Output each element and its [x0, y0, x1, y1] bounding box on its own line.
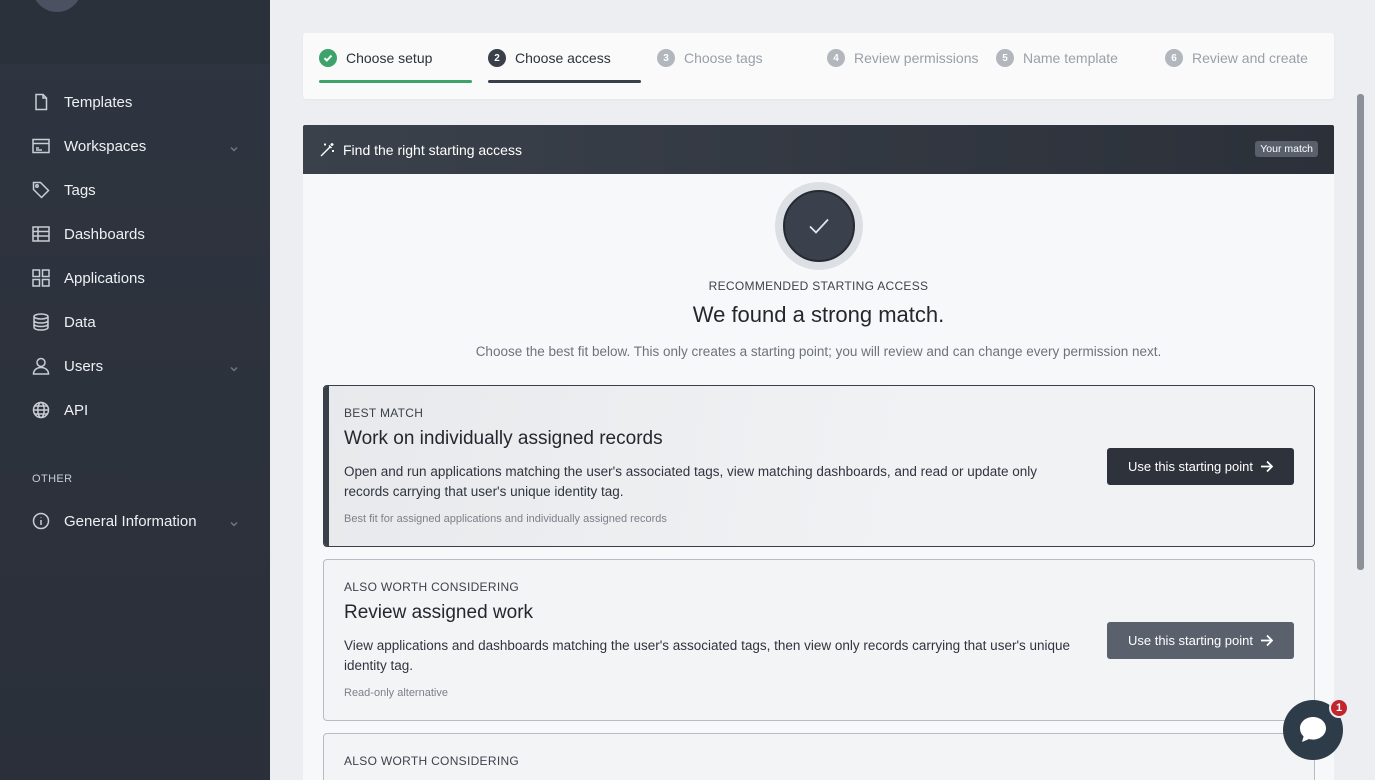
card-footnote: Best fit for assigned applications and i… [344, 513, 667, 525]
success-check-icon [775, 182, 863, 270]
sidebar-item-label: Tags [64, 181, 96, 199]
step-label: Choose setup [346, 50, 433, 66]
step-review-permissions[interactable]: 4 Review permissions [827, 33, 978, 83]
sidebar-item-label: Applications [64, 269, 145, 287]
file-icon [32, 93, 50, 111]
check-icon [319, 49, 337, 67]
sidebar-item-label: Workspaces [64, 137, 147, 155]
option-card-best-match[interactable]: BEST MATCH Work on individually assigned… [323, 385, 1315, 547]
chevron-down-icon [230, 360, 238, 372]
step-review-and-create[interactable]: 6 Review and create [1165, 33, 1308, 83]
sidebar-item-applications[interactable]: Applications [0, 256, 270, 300]
chevron-down-icon [230, 140, 238, 152]
wizard-stepper: Choose setup 2 Choose access 3 Choose ta… [303, 33, 1334, 99]
recommendation-title: We found a strong match. [692, 302, 945, 327]
scrollbar-thumb[interactable] [1357, 94, 1364, 570]
step-number: 2 [488, 49, 506, 67]
button-label: Use this starting point [1127, 633, 1253, 648]
button-label: Use this starting point [1127, 459, 1253, 474]
sidebar-item-label: General Information [64, 512, 197, 530]
sidebar-item-label: Templates [64, 93, 133, 111]
check-icon-inner [783, 190, 855, 262]
recommendation-panel: RECOMMENDED STARTING ACCESS We found a s… [303, 174, 1334, 780]
sidebar-item-tags[interactable]: Tags [0, 168, 270, 212]
card-title: Review assigned work [344, 602, 534, 623]
arrow-right-icon [1261, 460, 1273, 473]
sidebar-item-general-information[interactable]: General Information [0, 499, 270, 543]
sidebar-item-users[interactable]: Users [0, 344, 270, 388]
step-label: Choose access [515, 50, 611, 66]
card-description: View applications and dashboards matchin… [344, 638, 1071, 673]
option-card-review-assigned-work[interactable]: ALSO WORTH CONSIDERING Review assigned w… [323, 559, 1315, 721]
user-icon [32, 357, 50, 375]
card-kicker: BEST MATCH [344, 406, 424, 420]
recommendation-subtitle: Choose the best fit below. This only cre… [475, 344, 1162, 359]
recommendation-label: RECOMMENDED STARTING ACCESS [708, 279, 929, 293]
avatar[interactable] [32, 0, 82, 12]
magic-wand-icon [319, 142, 335, 158]
card-kicker: ALSO WORTH CONSIDERING [344, 580, 520, 594]
chevron-down-icon [230, 515, 238, 527]
step-progress-bar [319, 80, 472, 83]
arrow-right-icon [1261, 634, 1273, 647]
sidebar-item-dashboards[interactable]: Dashboards [0, 212, 270, 256]
unread-count-badge: 1 [1329, 698, 1349, 718]
sidebar-header [0, 0, 270, 64]
sidebar-item-templates[interactable]: Templates [0, 80, 270, 124]
card-description: Open and run applications matching the u… [344, 464, 1038, 499]
step-label: Review permissions [854, 50, 979, 66]
database-icon [32, 313, 50, 331]
step-number: 3 [657, 49, 675, 67]
chat-bubble-icon [1300, 717, 1326, 742]
sidebar-item-label: Dashboards [64, 225, 145, 243]
step-choose-access[interactable]: 2 Choose access [488, 33, 611, 83]
step-name-template[interactable]: 5 Name template [996, 33, 1118, 83]
banner-title: Find the right starting access [343, 141, 522, 158]
section-label-other: OTHER [32, 473, 73, 485]
sidebar-item-label: API [64, 401, 89, 419]
sidebar-item-workspaces[interactable]: Workspaces [0, 124, 270, 168]
card-kicker: ALSO WORTH CONSIDERING [344, 754, 520, 768]
step-progress-bar [488, 80, 641, 83]
scrollbar[interactable] [1355, 0, 1365, 780]
info-circle-icon [32, 512, 50, 530]
sidebar-nav: Templates Workspaces Tags Dashboards App… [0, 64, 270, 543]
apps-grid-icon [32, 269, 50, 287]
browser-window-icon [32, 137, 50, 155]
use-starting-point-button[interactable]: Use this starting point [1107, 448, 1294, 485]
step-number: 5 [996, 49, 1014, 67]
chat-launcher-button[interactable]: 1 [1283, 698, 1349, 760]
sidebar-item-api[interactable]: API [0, 388, 270, 432]
step-choose-setup[interactable]: Choose setup [319, 33, 432, 83]
card-title: Work on individually assigned records [344, 428, 663, 449]
tag-icon [32, 181, 50, 199]
step-label: Choose tags [684, 50, 763, 66]
sidebar-item-data[interactable]: Data [0, 300, 270, 344]
step-choose-tags[interactable]: 3 Choose tags [657, 33, 763, 83]
starting-access-banner: Find the right starting access Your matc… [303, 125, 1334, 174]
use-starting-point-button[interactable]: Use this starting point [1107, 622, 1294, 659]
option-card-third[interactable]: ALSO WORTH CONSIDERING [323, 733, 1315, 780]
step-label: Review and create [1192, 50, 1308, 66]
table-grid-icon [32, 225, 50, 243]
step-label: Name template [1023, 50, 1118, 66]
card-footnote: Read-only alternative [344, 687, 448, 699]
step-number: 4 [827, 49, 845, 67]
main-content: Choose setup 2 Choose access 3 Choose ta… [270, 0, 1365, 780]
sidebar: Templates Workspaces Tags Dashboards App… [0, 0, 270, 780]
sidebar-item-label: Users [64, 357, 104, 375]
match-badge: Your match [1255, 141, 1318, 157]
globe-icon [32, 401, 50, 419]
step-number: 6 [1165, 49, 1183, 67]
sidebar-item-label: Data [64, 313, 96, 331]
